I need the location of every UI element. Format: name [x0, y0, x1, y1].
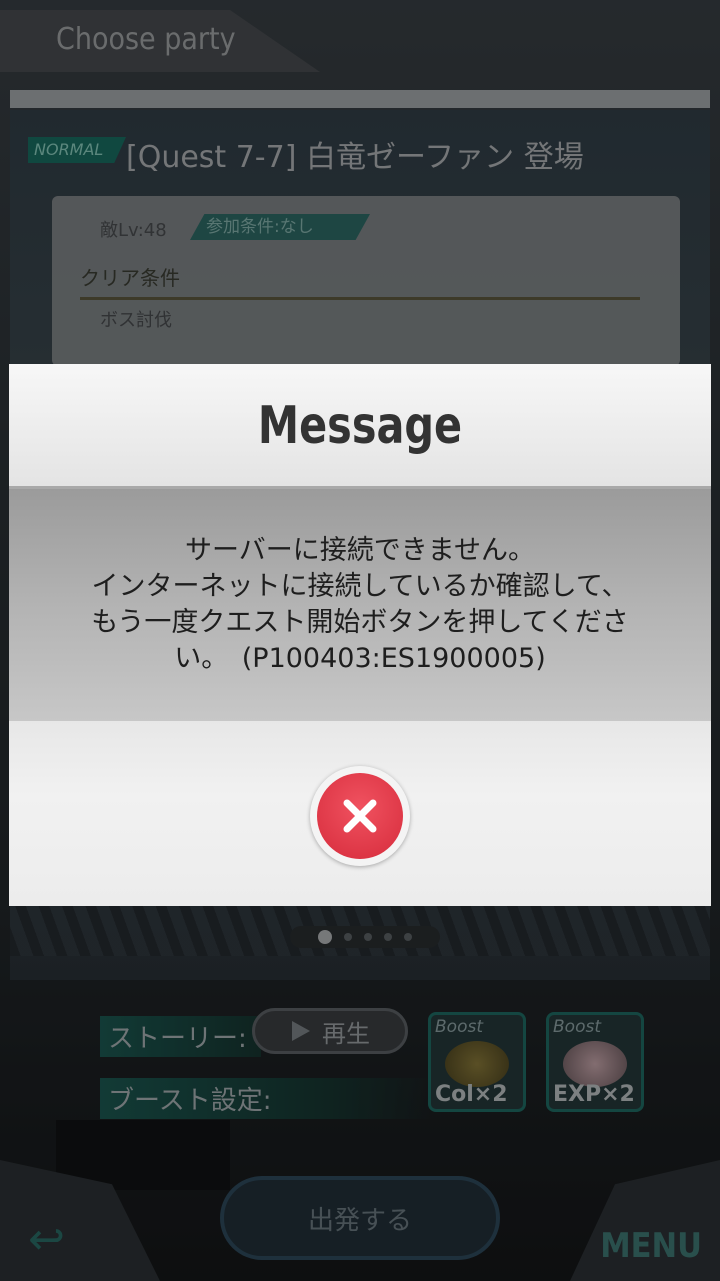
dialog-footer — [9, 721, 711, 906]
dialog-body: サーバーに接続できません。 インターネットに接続しているか確認して、 もう一度ク… — [9, 489, 711, 721]
dialog-header: Message — [9, 364, 711, 489]
message-line: い。 (P100403:ES1900005) — [174, 643, 546, 674]
close-icon — [343, 799, 377, 833]
close-button[interactable] — [310, 766, 410, 866]
message-line: インターネットに接続しているか確認して、 — [91, 571, 629, 602]
close-button-face — [317, 773, 403, 859]
dialog-message: サーバーに接続できません。 インターネットに接続しているか確認して、 もう一度ク… — [15, 533, 705, 677]
dialog-title: Message — [257, 394, 463, 456]
message-line: もう一度クエスト開始ボタンを押してくださ — [91, 607, 629, 638]
message-line: サーバーに接続できません。 — [185, 535, 535, 566]
message-dialog: Message サーバーに接続できません。 インターネットに接続しているか確認し… — [9, 364, 711, 906]
